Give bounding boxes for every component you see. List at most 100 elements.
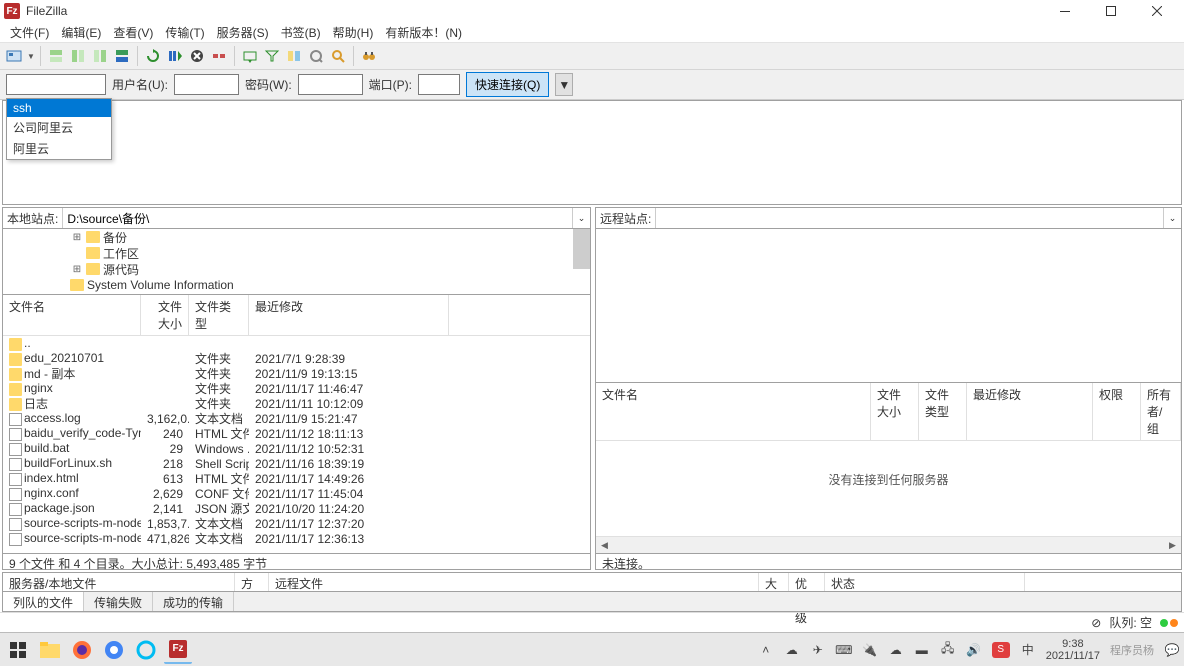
remote-path-input[interactable] [655,208,1163,228]
queue-column[interactable]: 远程文件 [269,573,759,591]
file-row[interactable]: nginx.conf2,629CONF 文件2021/11/17 11:45:0… [3,486,590,501]
tray-up-icon[interactable]: ˄ [758,642,774,658]
minimize-button[interactable] [1042,0,1088,22]
remote-path-dropdown-icon[interactable]: ⌄ [1163,208,1181,228]
reconnect-icon[interactable] [240,46,260,66]
username-input[interactable] [174,74,239,95]
file-row[interactable]: edu_20210701文件夹2021/7/1 9:28:39 [3,351,590,366]
column-header[interactable]: 文件类型 [919,383,967,440]
tray-lang-icon[interactable]: 中 [1020,642,1036,658]
local-tree[interactable]: ⊞备份工作区⊞源代码System Volume Information [2,229,591,295]
column-header[interactable]: 最近修改 [249,295,449,335]
scroll-right-icon[interactable]: ▶ [1164,537,1181,554]
scrollbar-thumb[interactable] [573,229,590,269]
site-manager-dropdown-icon[interactable]: ▼ [27,52,35,61]
file-row[interactable]: index.html613HTML 文件2021/11/17 14:49:26 [3,471,590,486]
menu-item[interactable]: 文件(F) [4,22,55,43]
menu-item[interactable]: 帮助(H) [327,22,380,43]
toggle-remote-tree-icon[interactable] [90,46,110,66]
column-header[interactable]: 所有者/组 [1141,383,1181,440]
remote-file-list[interactable]: 文件名文件大小文件类型最近修改权限所有者/组没有连接到任何服务器◀▶ [595,383,1182,554]
search-remote-icon[interactable] [328,46,348,66]
file-row[interactable]: baidu_verify_code-Tym...240HTML 文件2021/1… [3,426,590,441]
column-header[interactable]: 文件名 [596,383,871,440]
file-row[interactable]: access.log3,162,0...文本文档2021/11/9 15:21:… [3,411,590,426]
tray-onedrive-icon[interactable]: ☁ [784,642,800,658]
sync-browsing-icon[interactable] [306,46,326,66]
chrome-icon[interactable] [100,636,128,664]
queue-column[interactable]: 方向 [235,573,269,591]
menu-item[interactable]: 书签(B) [275,22,327,43]
tree-item[interactable]: ⊞源代码 [3,261,590,277]
file-row[interactable]: source-scripts-m-node-...1,853,7...文本文档2… [3,516,590,531]
column-header[interactable]: 文件名 [3,295,141,335]
local-path-dropdown-icon[interactable]: ⌄ [572,208,590,228]
tray-net-icon[interactable]: 🖧 [940,642,956,658]
tray-ime-icon[interactable]: ⌨ [836,642,852,658]
queue-column[interactable]: 服务器/本地文件 [3,573,235,591]
close-button[interactable] [1134,0,1180,22]
tree-item[interactable]: System Volume Information [3,277,590,293]
tray-notifications-icon[interactable]: 💬 [1164,642,1180,658]
password-input[interactable] [298,74,363,95]
file-row[interactable]: source-scripts-m-node-...471,826文本文档2021… [3,531,590,546]
cancel-icon[interactable] [187,46,207,66]
toggle-log-icon[interactable] [46,46,66,66]
host-dropdown-item[interactable]: ssh [7,99,111,117]
quickconnect-dropdown-button[interactable]: ▼ [555,73,573,96]
host-dropdown-item[interactable]: 公司阿里云 [7,117,111,138]
binoculars-icon[interactable] [359,46,379,66]
file-row[interactable]: .. [3,336,590,351]
column-header[interactable]: 最近修改 [967,383,1093,440]
host-dropdown-item[interactable]: 阿里云 [7,138,111,159]
queue-column[interactable]: 大小 [759,573,789,591]
menu-item[interactable]: 查看(V) [107,22,159,43]
queue-column[interactable]: 优先级 [789,573,825,591]
file-row[interactable]: build.bat29Windows ...2021/11/12 10:52:3… [3,441,590,456]
menu-item[interactable]: 传输(T) [159,22,210,43]
tray-volume-icon[interactable]: 🔊 [966,642,982,658]
file-row[interactable]: 日志文件夹2021/11/11 10:12:09 [3,396,590,411]
queue-tab[interactable]: 成功的传输 [153,592,234,611]
filezilla-taskbar-icon[interactable]: Fz [164,636,192,664]
menu-item[interactable]: 服务器(S) [211,22,275,43]
column-header[interactable]: 文件类型 [189,295,249,335]
maximize-button[interactable] [1088,0,1134,22]
queue-column[interactable]: 状态 [825,573,1025,591]
compare-icon[interactable] [284,46,304,66]
column-header[interactable]: 权限 [1093,383,1141,440]
queue-tab[interactable]: 传输失败 [84,592,153,611]
local-path-input[interactable] [62,208,572,228]
log-pane[interactable] [2,100,1182,205]
tray-battery-icon[interactable]: ▬ [914,642,930,658]
file-row[interactable]: md - 副本文件夹2021/11/9 19:13:15 [3,366,590,381]
filter-icon[interactable] [262,46,282,66]
explorer-icon[interactable] [36,636,64,664]
cortana-icon[interactable] [132,636,160,664]
process-queue-icon[interactable] [165,46,185,66]
file-row[interactable]: buildForLinux.sh218Shell Script2021/11/1… [3,456,590,471]
tray-sogou-icon[interactable]: S [992,642,1010,658]
tree-item[interactable]: 工作区 [3,245,590,261]
column-header[interactable]: 文件大小 [141,295,189,335]
remote-tree[interactable] [595,229,1182,383]
menu-item[interactable]: 有新版本！(N) [379,22,468,43]
quickconnect-button[interactable]: 快速连接(Q) [466,72,549,97]
menu-item[interactable]: 编辑(E) [55,22,107,43]
tray-power-icon[interactable]: 🔌 [862,642,878,658]
toggle-queue-icon[interactable] [112,46,132,66]
tree-item[interactable]: ⊞备份 [3,229,590,245]
host-input[interactable] [6,74,106,95]
refresh-icon[interactable] [143,46,163,66]
column-header[interactable]: 文件大小 [871,383,919,440]
file-row[interactable]: package.json2,141JSON 源文件2021/10/20 11:2… [3,501,590,516]
site-manager-icon[interactable] [4,46,24,66]
start-button[interactable] [4,636,32,664]
local-file-list[interactable]: 文件名文件大小文件类型最近修改..edu_20210701文件夹2021/7/1… [2,295,591,554]
scroll-left-icon[interactable]: ◀ [596,537,613,554]
queue-tab[interactable]: 列队的文件 [3,592,84,611]
file-row[interactable]: nginx文件夹2021/11/17 11:46:47 [3,381,590,396]
port-input[interactable] [418,74,460,95]
disconnect-icon[interactable] [209,46,229,66]
firefox-icon[interactable] [68,636,96,664]
